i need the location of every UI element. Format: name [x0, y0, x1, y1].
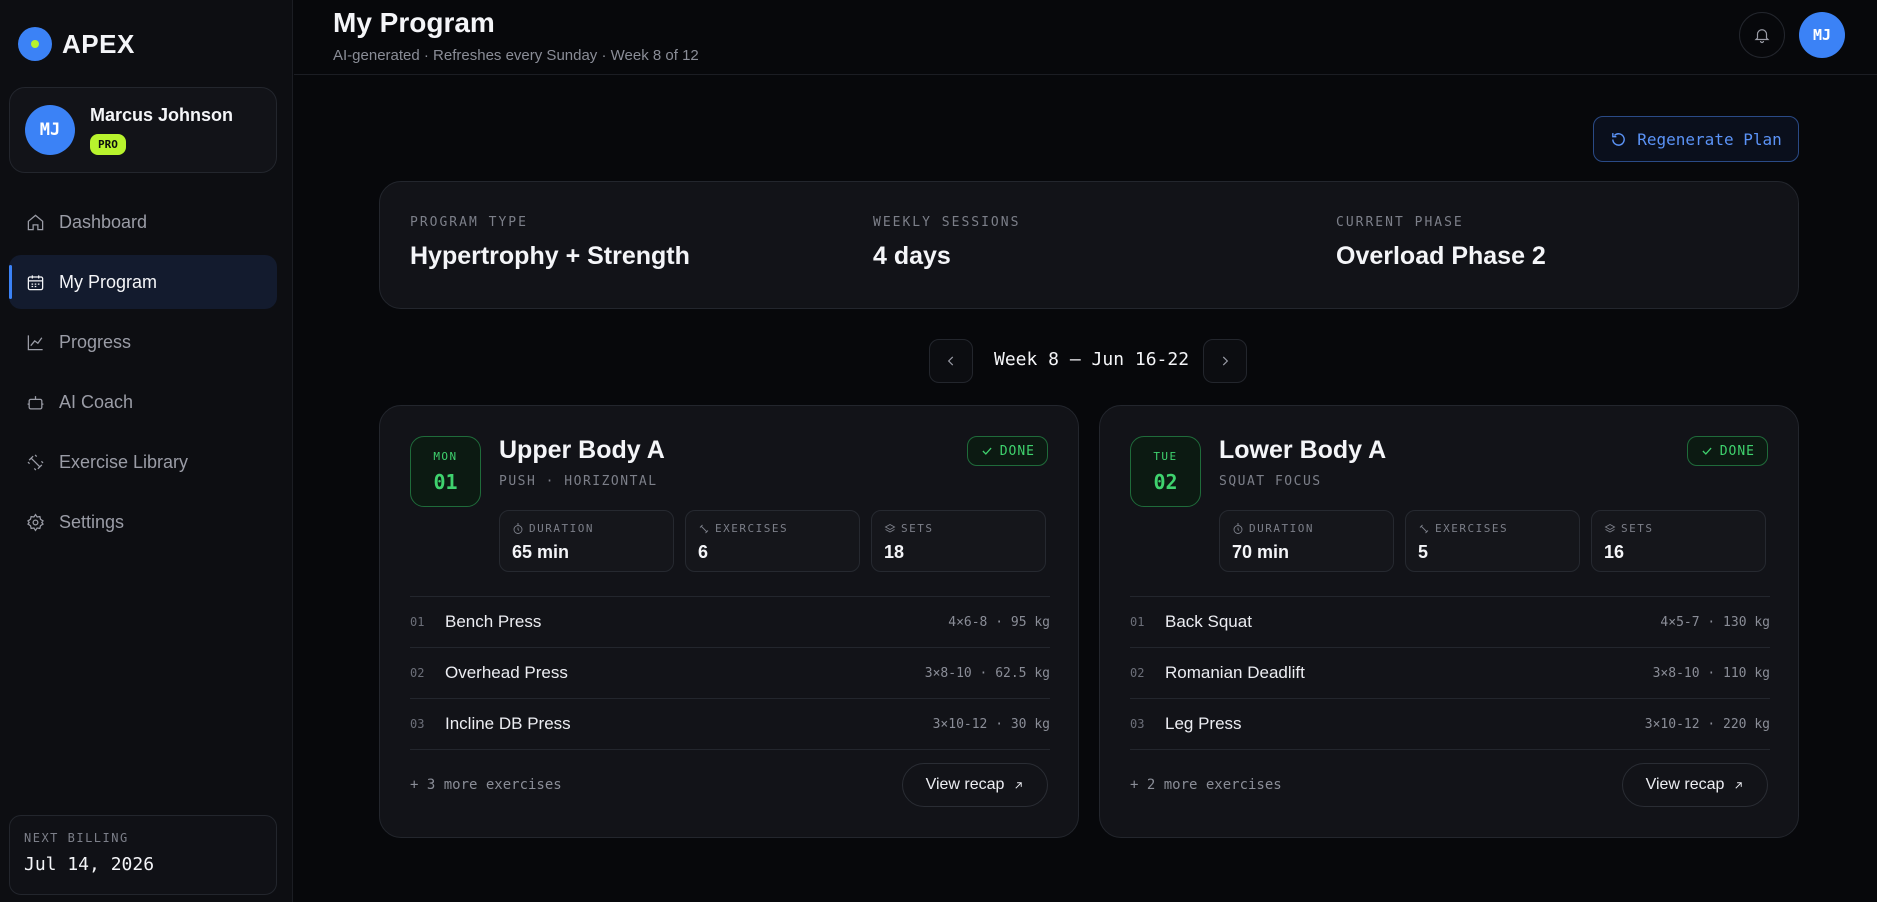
weekly-sessions-value: 4 days: [873, 242, 951, 270]
dumbbell-icon: [1419, 524, 1429, 533]
page-subtitle: AI-generated · Refreshes every Sunday · …: [333, 47, 699, 64]
regenerate-plan-button[interactable]: Regenerate Plan: [1593, 116, 1799, 162]
user-profile-card[interactable]: MJ Marcus Johnson PRO: [9, 87, 277, 173]
sidebar-item-settings[interactable]: Settings: [9, 495, 277, 549]
notifications-button[interactable]: [1739, 12, 1785, 58]
day-of-week: MON: [433, 449, 458, 463]
stat-sets: SETS 18: [871, 510, 1046, 572]
sidebar-item-dashboard[interactable]: Dashboard: [9, 195, 277, 249]
brand-name: APEX: [62, 28, 135, 59]
page-header: My Program AI-generated · Refreshes ever…: [294, 0, 1877, 75]
program-type-label: PROGRAM TYPE: [410, 215, 528, 230]
day-number: 01: [433, 469, 458, 494]
stat-sets: SETS 16: [1591, 510, 1766, 572]
arrow-up-right-icon: [1735, 781, 1743, 789]
workout-subtitle: SQUAT FOCUS: [1219, 474, 1322, 489]
chart-line-icon: [25, 332, 45, 352]
billing-label: NEXT BILLING: [24, 831, 129, 845]
plan-badge: PRO: [90, 134, 126, 155]
chevron-left-icon: [947, 356, 954, 366]
sidebar-item-my-program[interactable]: My Program: [9, 255, 277, 309]
exercise-row[interactable]: 03 Incline DB Press 3×10-12 · 30 kg: [410, 699, 1050, 750]
check-icon: [1702, 447, 1712, 455]
day-card[interactable]: TUE 02 Lower Body A SQUAT FOCUS DONE DUR…: [1099, 405, 1799, 838]
robot-icon: [25, 392, 45, 412]
brand-logo[interactable]: APEX: [18, 27, 135, 61]
more-exercises-text: + 3 more exercises: [410, 777, 562, 793]
dumbbell-icon: [25, 452, 45, 472]
gear-icon: [25, 512, 45, 532]
workout-subtitle: PUSH · HORIZONTAL: [499, 474, 658, 489]
layers-icon: [884, 523, 896, 533]
workout-title: Upper Body A: [499, 436, 665, 464]
day-card[interactable]: MON 01 Upper Body A PUSH · HORIZONTAL DO…: [379, 405, 1079, 838]
weekly-sessions: WEEKLY SESSIONS 4 days: [873, 215, 1020, 271]
sidebar-item-ai-coach[interactable]: AI Coach: [9, 375, 277, 429]
current-phase: CURRENT PHASE Overload Phase 2: [1336, 215, 1546, 271]
status-badge: DONE: [1686, 436, 1768, 466]
program-type: PROGRAM TYPE Hypertrophy + Strength: [410, 215, 690, 271]
regenerate-label: Regenerate Plan: [1637, 129, 1782, 149]
chevron-right-icon: [1222, 356, 1229, 366]
layers-icon: [1604, 523, 1616, 533]
sidebar-item-label: My Program: [59, 271, 158, 292]
current-phase-label: CURRENT PHASE: [1336, 215, 1464, 230]
more-exercises-text: + 2 more exercises: [1130, 777, 1282, 793]
exercise-row[interactable]: 01 Bench Press 4×6-8 · 95 kg: [410, 597, 1050, 648]
stat-duration: DURATION 65 min: [499, 510, 674, 572]
program-type-value: Hypertrophy + Strength: [410, 242, 690, 270]
stat-exercises: EXERCISES 6: [685, 510, 860, 572]
exercise-row[interactable]: 01 Back Squat 4×5-7 · 130 kg: [1130, 597, 1770, 648]
exercise-row[interactable]: 02 Romanian Deadlift 3×8-10 · 110 kg: [1130, 648, 1770, 699]
day-number: 02: [1153, 469, 1178, 494]
exercise-row[interactable]: 02 Overhead Press 3×8-10 · 62.5 kg: [410, 648, 1050, 699]
timer-icon: [513, 523, 523, 534]
exercise-list: 01 Back Squat 4×5-7 · 130 kg 02 Romanian…: [1130, 596, 1770, 750]
check-icon: [982, 447, 992, 455]
sidebar-item-label: Dashboard: [59, 211, 148, 232]
workout-title: Lower Body A: [1219, 436, 1387, 464]
logo-mark-icon: [18, 27, 52, 61]
week-label: Week 8 — Jun 16-22: [994, 349, 1190, 370]
bell-icon: [1754, 29, 1770, 44]
timer-icon: [1233, 523, 1243, 534]
sidebar-item-label: AI Coach: [59, 391, 134, 412]
stat-duration: DURATION 70 min: [1219, 510, 1394, 572]
refresh-icon: [1612, 132, 1626, 146]
day-badge: TUE 02: [1130, 436, 1201, 507]
previous-week-button[interactable]: [929, 339, 973, 383]
next-week-button[interactable]: [1203, 339, 1247, 383]
workout-stats: DURATION 70 min EXERCISES 5 SETS 16: [1219, 510, 1766, 572]
status-badge: DONE: [966, 436, 1048, 466]
sidebar-item-label: Exercise Library: [59, 451, 189, 472]
day-badge: MON 01: [410, 436, 481, 507]
sidebar-nav: Dashboard My Program Progress AI Coach E…: [9, 195, 277, 555]
arrow-up-right-icon: [1015, 781, 1023, 789]
sidebar-item-label: Settings: [59, 511, 125, 532]
page-title: My Program: [333, 7, 495, 38]
user-name: Marcus Johnson: [90, 105, 234, 125]
workout-stats: DURATION 65 min EXERCISES 6 SETS 18: [499, 510, 1046, 572]
header-avatar[interactable]: MJ: [1799, 12, 1845, 58]
dumbbell-icon: [699, 524, 709, 533]
weekly-sessions-label: WEEKLY SESSIONS: [873, 215, 1021, 230]
sidebar-item-exercise-library[interactable]: Exercise Library: [9, 435, 277, 489]
exercise-row[interactable]: 03 Leg Press 3×10-12 · 220 kg: [1130, 699, 1770, 750]
home-icon: [25, 212, 45, 232]
next-billing-card: NEXT BILLING Jul 14, 2026: [9, 815, 277, 895]
view-recap-button[interactable]: View recap: [1622, 763, 1768, 807]
sidebar: APEX MJ Marcus Johnson PRO Dashboard My …: [0, 0, 293, 902]
current-phase-value: Overload Phase 2: [1336, 242, 1546, 270]
view-recap-button[interactable]: View recap: [902, 763, 1048, 807]
avatar: MJ: [25, 105, 75, 155]
exercise-list: 01 Bench Press 4×6-8 · 95 kg 02 Overhead…: [410, 596, 1050, 750]
stat-exercises: EXERCISES 5: [1405, 510, 1580, 572]
calendar-icon: [25, 272, 45, 292]
sidebar-item-label: Progress: [59, 331, 132, 352]
program-summary-card: PROGRAM TYPE Hypertrophy + Strength WEEK…: [379, 181, 1799, 309]
billing-date: Jul 14, 2026: [24, 854, 155, 875]
sidebar-item-progress[interactable]: Progress: [9, 315, 277, 369]
day-of-week: TUE: [1153, 449, 1178, 463]
